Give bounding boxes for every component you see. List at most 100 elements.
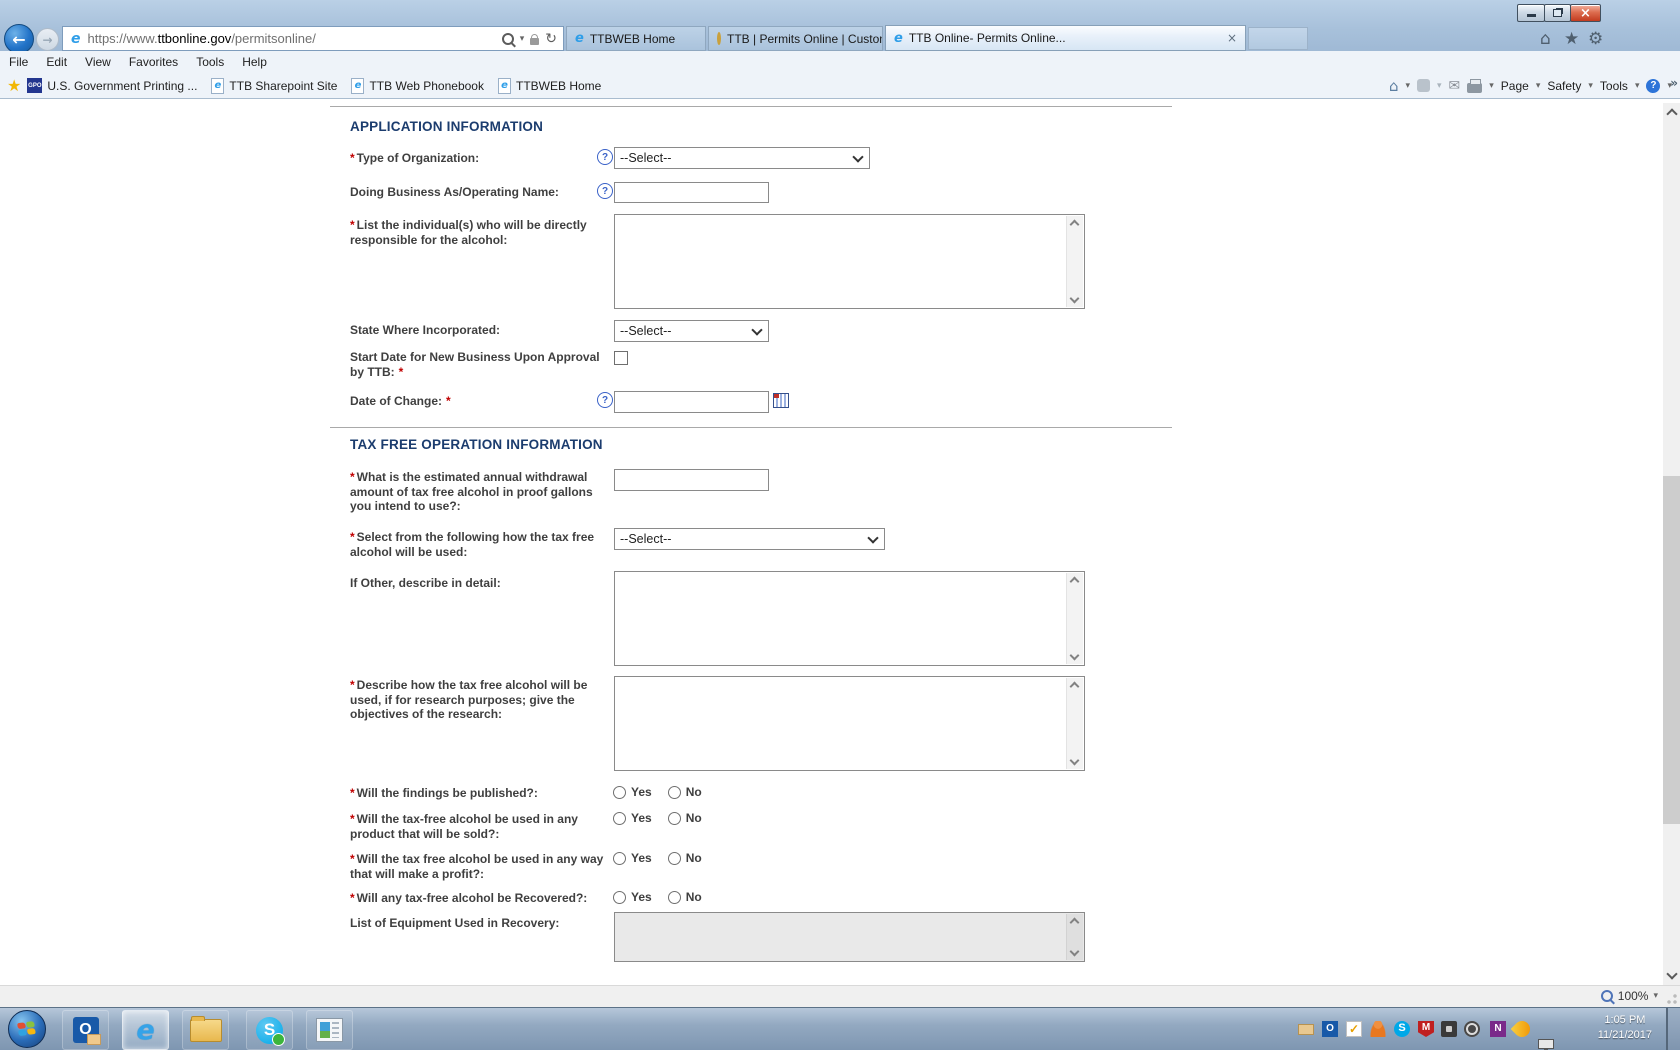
tray-flame-icon[interactable] [1510,1017,1534,1041]
zoom-dropdown-icon[interactable]: ▾ [1653,991,1658,1001]
gear-icon[interactable]: ⚙ [1588,29,1603,49]
tray-outlook-icon[interactable]: O [1322,1021,1338,1037]
product-sold-no-radio[interactable] [667,811,681,825]
help-icon[interactable]: ? [597,392,613,408]
make-profit-no-radio[interactable] [667,851,681,865]
textarea-scrollbar[interactable] [1066,573,1083,664]
show-desktop-button[interactable] [1666,1008,1680,1050]
taskbar-clock[interactable]: 1:05 PM 11/21/2017 [1598,1013,1652,1043]
minimize-button[interactable] [1517,4,1545,22]
findings-published-yes-radio[interactable] [613,785,626,799]
start-button[interactable] [8,1010,46,1048]
favorite-ttb-phonebook[interactable]: TTB Web Phonebook [369,79,484,93]
address-bar[interactable]: e https://www. ttbonline.gov/permitsonlin… [62,26,564,51]
state-incorporated-select[interactable]: --Select-- [614,320,769,342]
help-icon[interactable]: ? [597,149,613,165]
menu-edit[interactable]: Edit [37,55,76,69]
close-button[interactable]: × [1570,4,1601,22]
taskbar-explorer-button[interactable] [182,1010,229,1050]
taskbar-outlook-button[interactable]: O [62,1010,109,1050]
page-menu[interactable]: Page [1501,79,1529,93]
type-of-organization-select[interactable]: --Select-- [614,147,870,169]
overflow-chevron-icon[interactable]: » [1670,76,1678,90]
tab-ttb-online-permits-active[interactable]: e TTB Online- Permits Online... × [885,25,1246,51]
if-other-textarea[interactable] [614,571,1085,666]
taskbar-viewer-button[interactable] [306,1010,353,1050]
required-marker: * [350,151,355,165]
search-dropdown-icon[interactable]: ▾ [520,34,525,44]
help-icon[interactable]: ? [597,183,613,199]
page-dropdown-icon[interactable]: ▾ [1536,81,1541,91]
menu-favorites[interactable]: Favorites [120,55,187,69]
safety-menu[interactable]: Safety [1547,79,1581,93]
home-icon[interactable]: ⌂ [1389,77,1399,95]
new-tab-button[interactable] [1248,27,1308,50]
print-dropdown-icon[interactable]: ▾ [1489,81,1494,91]
menu-view[interactable]: View [76,55,120,69]
menu-help[interactable]: Help [233,55,276,69]
restore-icon [1553,9,1562,17]
tray-presence-icon[interactable] [1370,1021,1386,1037]
date-of-change-input[interactable] [614,391,769,413]
rss-feed-icon[interactable] [1417,79,1430,92]
findings-published-no-radio[interactable] [667,785,681,799]
read-mail-icon[interactable]: ✉ [1449,78,1461,94]
scrollbar-thumb[interactable] [1663,476,1680,824]
make-profit-yes-radio[interactable] [613,851,626,865]
favorite-ttbweb-home[interactable]: TTBWEB Home [516,79,601,93]
scroll-up-icon[interactable] [1666,108,1678,120]
back-button[interactable]: ← [4,24,34,54]
restore-button[interactable] [1544,4,1571,22]
responsible-individuals-textarea[interactable] [614,214,1085,309]
tab-ttbweb-home[interactable]: e TTBWEB Home [566,26,706,51]
product-sold-yes-radio[interactable] [613,811,626,825]
tray-mail-icon[interactable] [1298,1024,1314,1035]
dba-name-input[interactable] [614,182,769,203]
vertical-scrollbar[interactable] [1663,103,1680,985]
alcohol-recovered-no-radio[interactable] [667,890,681,904]
forward-button[interactable]: → [36,28,59,51]
security-lock-icon[interactable] [530,33,540,45]
tax-free-operation-heading: TAX FREE OPERATION INFORMATION [350,437,603,452]
tray-nuance-icon[interactable]: N [1490,1021,1506,1037]
tools-menu[interactable]: Tools [1600,79,1628,93]
calendar-icon[interactable] [773,393,789,408]
favorite-ttb-sharepoint[interactable]: TTB Sharepoint Site [229,79,337,93]
zoom-control[interactable]: 100% ▾ [1600,989,1658,1003]
menu-file[interactable]: File [0,55,37,69]
search-icon[interactable] [501,32,514,45]
taskbar: O e S O ✓ S M N 1:05 PM 11/21/2017 [0,1007,1680,1050]
tray-skype-icon[interactable]: S [1394,1021,1410,1037]
close-icon: × [1580,5,1591,21]
print-icon[interactable] [1467,78,1483,93]
tab-ttb-permits-online[interactable]: TTB | Permits Online | Custom... [708,26,883,51]
tray-network-icon[interactable] [1538,1039,1554,1050]
textarea-scrollbar[interactable] [1066,678,1083,769]
alcohol-recovered-yes-radio[interactable] [613,890,626,904]
scroll-up-icon [1069,576,1080,587]
help-icon[interactable]: ? [1646,78,1661,93]
tray-tasks-check-icon[interactable]: ✓ [1346,1021,1362,1037]
add-favorite-star-icon[interactable]: ★ [7,76,21,95]
start-date-new-business-checkbox[interactable] [614,351,628,365]
tray-circle-app-icon[interactable] [1464,1021,1480,1037]
tools-dropdown-icon[interactable]: ▾ [1635,81,1640,91]
scroll-down-icon[interactable] [1666,968,1678,980]
how-alcohol-used-select[interactable]: --Select-- [614,528,885,550]
required-marker: * [446,394,451,408]
favorite-us-gpo[interactable]: U.S. Government Printing ... [47,79,197,93]
taskbar-ie-button[interactable]: e [122,1010,169,1050]
tray-mcafee-icon[interactable]: M [1418,1021,1434,1037]
favorites-star-icon[interactable]: ★ [1564,29,1579,49]
tab-close-icon[interactable]: × [1219,31,1237,45]
research-use-textarea[interactable] [614,676,1085,771]
home-dropdown-icon[interactable]: ▾ [1405,81,1410,91]
tray-lock-icon[interactable] [1441,1021,1457,1037]
safety-dropdown-icon[interactable]: ▾ [1588,81,1593,91]
taskbar-skype-button[interactable]: S [246,1010,293,1050]
menu-tools[interactable]: Tools [187,55,233,69]
textarea-scrollbar[interactable] [1066,216,1083,307]
home-icon[interactable]: ⌂ [1540,29,1551,49]
annual-withdrawal-input[interactable] [614,469,769,491]
refresh-icon[interactable]: ↻ [545,31,557,47]
